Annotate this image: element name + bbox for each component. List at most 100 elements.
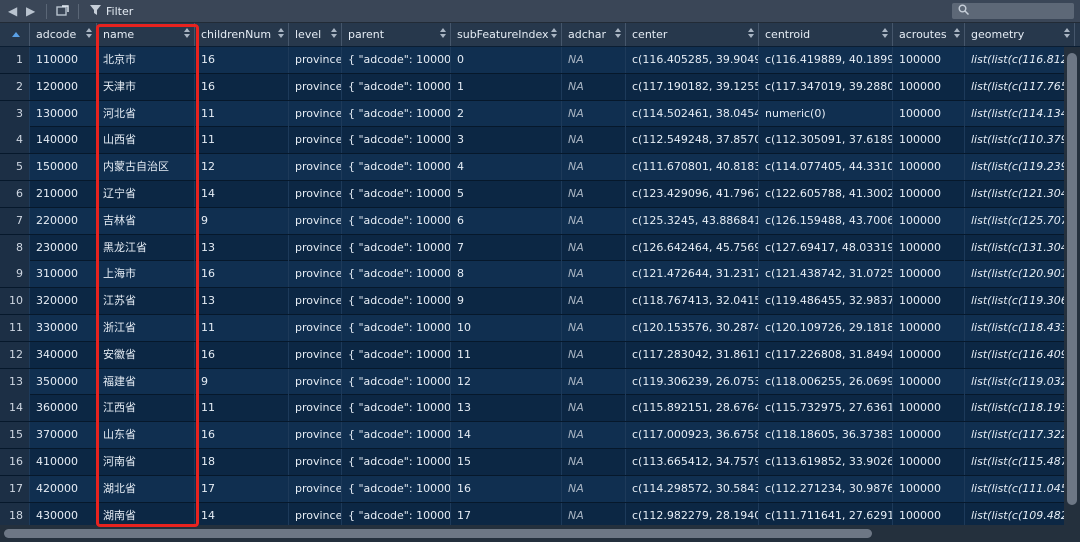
cell-centroid: c(111.711641, 27.629159) xyxy=(759,502,893,525)
sort-arrows-icon[interactable] xyxy=(954,28,960,40)
column-header-parent[interactable]: parent xyxy=(342,23,451,46)
cell-level: province xyxy=(289,207,342,234)
sort-arrows-icon[interactable] xyxy=(1064,28,1070,40)
table-row[interactable]: 18430000湖南省14province{ "adcode": 100000 … xyxy=(0,502,1064,525)
column-header-label: center xyxy=(632,28,668,41)
arrow-left-icon[interactable]: ◀ xyxy=(8,4,17,18)
sort-arrows-icon[interactable] xyxy=(86,28,92,40)
table-row[interactable]: 4140000山西省11province{ "adcode": 100000 }… xyxy=(0,127,1064,155)
cell-centroid: c(120.109726, 29.181806) xyxy=(759,315,893,341)
table-row[interactable]: 3130000河北省11province{ "adcode": 100000 }… xyxy=(0,100,1064,128)
cell-row-number: 17 xyxy=(0,475,30,502)
table-row[interactable]: 1110000北京市16province{ "adcode": 100000 }… xyxy=(0,47,1064,74)
vertical-scroll-thumb[interactable] xyxy=(1067,53,1077,505)
column-header-name[interactable]: name xyxy=(97,23,195,46)
cell-geometry: list(list(c(115.48785 xyxy=(965,449,1064,475)
column-header-geometry[interactable]: geometry xyxy=(965,23,1075,46)
search-input[interactable] xyxy=(952,3,1074,19)
cell-name: 辽宁省 xyxy=(97,181,195,207)
cell-row-number: 15 xyxy=(0,422,30,449)
sort-ascending-icon[interactable] xyxy=(12,32,20,37)
cell-adchar: NA xyxy=(562,475,626,502)
vertical-scrollbar[interactable] xyxy=(1064,47,1080,525)
cell-adcode: 210000 xyxy=(30,181,97,207)
cell-parent: { "adcode": 100000 } xyxy=(342,47,451,73)
column-header-acroutes[interactable]: acroutes xyxy=(893,23,965,46)
cell-centroid: c(127.69417, 48.033191) xyxy=(759,234,893,261)
cell-subFeatureIndex: 11 xyxy=(451,341,562,368)
table-row[interactable]: 16410000河南省18province{ "adcode": 100000 … xyxy=(0,449,1064,476)
cell-acroutes: 100000 xyxy=(893,368,965,395)
column-header-level[interactable]: level xyxy=(289,23,342,46)
cell-row-number: 6 xyxy=(0,181,30,207)
table-row[interactable]: 9310000上海市16province{ "adcode": 100000 }… xyxy=(0,261,1064,289)
table-row[interactable]: 14360000江西省11province{ "adcode": 100000 … xyxy=(0,395,1064,423)
table-row[interactable]: 2120000天津市16province{ "adcode": 100000 }… xyxy=(0,73,1064,101)
sort-arrows-icon[interactable] xyxy=(184,28,190,40)
table-row[interactable]: 11330000浙江省11province{ "adcode": 100000 … xyxy=(0,315,1064,342)
column-header-label: acroutes xyxy=(899,28,947,41)
cell-parent: { "adcode": 100000 } xyxy=(342,422,451,449)
sort-arrows-icon[interactable] xyxy=(615,28,621,40)
toolbar-divider xyxy=(78,4,79,19)
cell-geometry: list(list(c(121.30478 xyxy=(965,181,1064,207)
column-header-label: centroid xyxy=(765,28,811,41)
table-row[interactable]: 17420000湖北省17province{ "adcode": 100000 … xyxy=(0,475,1064,503)
column-header-childrenNum[interactable]: childrenNum xyxy=(195,23,289,46)
cell-name: 山东省 xyxy=(97,422,195,449)
column-header-centroid[interactable]: centroid xyxy=(759,23,893,46)
column-header-row-number[interactable] xyxy=(0,23,30,46)
table-row[interactable]: 12340000安徽省16province{ "adcode": 100000 … xyxy=(0,341,1064,369)
horizontal-scrollbar[interactable] xyxy=(0,525,1080,542)
cell-geometry: list(list(c(114.13463 xyxy=(965,101,1064,127)
sort-arrows-icon[interactable] xyxy=(748,28,754,40)
cell-geometry: list(list(c(118.19306 xyxy=(965,395,1064,421)
column-header-adchar[interactable]: adchar xyxy=(562,23,626,46)
cell-subFeatureIndex: 8 xyxy=(451,261,562,288)
cell-adchar: NA xyxy=(562,127,626,154)
cell-acroutes: 100000 xyxy=(893,127,965,154)
table-row[interactable]: 15370000山东省16province{ "adcode": 100000 … xyxy=(0,422,1064,449)
sort-arrows-icon[interactable] xyxy=(440,28,446,40)
cell-adchar: NA xyxy=(562,100,626,127)
table-row[interactable]: 7220000吉林省9province{ "adcode": 100000 }6… xyxy=(0,207,1064,235)
cell-row-number: 7 xyxy=(0,207,30,234)
cell-adchar: NA xyxy=(562,449,626,475)
cell-acroutes: 100000 xyxy=(893,315,965,341)
cell-geometry: list(list(c(118.43389 xyxy=(965,315,1064,341)
filter-button[interactable]: Filter xyxy=(106,5,133,18)
horizontal-scroll-thumb[interactable] xyxy=(4,529,872,538)
column-header-subFeatureIndex[interactable]: subFeatureIndex xyxy=(451,23,562,46)
table-row[interactable]: 10320000江苏省13province{ "adcode": 100000 … xyxy=(0,288,1064,315)
column-header-adcode[interactable]: adcode xyxy=(30,23,97,46)
sort-arrows-icon[interactable] xyxy=(278,28,284,40)
arrow-right-icon[interactable]: ▶ xyxy=(26,4,35,18)
cell-adchar: NA xyxy=(562,73,626,100)
cell-row-number: 5 xyxy=(0,154,30,181)
funnel-icon[interactable] xyxy=(90,5,101,19)
cell-acroutes: 100000 xyxy=(893,395,965,422)
table-row[interactable]: 5 150000 内蒙古自治区 12 province{ "adcode": 10000… xyxy=(0,154,1064,181)
sort-arrows-icon[interactable] xyxy=(551,28,557,40)
cell-parent: { "adcode": 100000 } xyxy=(342,341,451,368)
cell-adcode: 130000 xyxy=(30,100,97,127)
table-row[interactable]: 6210000辽宁省14province{ "adcode": 100000 }… xyxy=(0,181,1064,208)
cell-centroid: c(118.18605, 36.373838) xyxy=(759,422,893,449)
cell-level: province xyxy=(289,47,342,73)
cell-adcode: 350000 xyxy=(30,368,97,395)
cell-centroid: c(112.305091, 37.618942) xyxy=(759,127,893,154)
column-header-center[interactable]: center xyxy=(626,23,759,46)
table-row[interactable]: 8230000黑龙江省13province{ "adcode": 100000 … xyxy=(0,234,1064,262)
cell-adcode: 430000 xyxy=(30,502,97,525)
cell-childrenNum: 16 xyxy=(195,261,289,288)
cell-name: 湖南省 xyxy=(97,502,195,525)
cell-adchar: NA xyxy=(562,315,626,341)
cell-name: 河南省 xyxy=(97,449,195,475)
cell-center: c(114.298572, 30.584355) xyxy=(626,475,759,502)
table-row[interactable]: 13350000福建省9province{ "adcode": 100000 }… xyxy=(0,368,1064,396)
popout-icon[interactable] xyxy=(56,4,70,18)
sort-arrows-icon[interactable] xyxy=(331,28,337,40)
sort-arrows-icon[interactable] xyxy=(882,28,888,40)
cell-name: 黑龙江省 xyxy=(97,234,195,261)
cell-level: province xyxy=(289,234,342,261)
